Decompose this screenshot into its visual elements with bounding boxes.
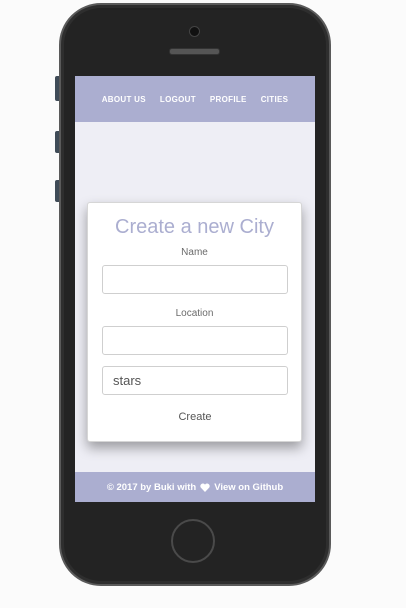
- home-button[interactable]: [171, 519, 215, 563]
- navbar: ABOUT US LOGOUT PROFILE CITIES: [75, 76, 315, 122]
- create-button[interactable]: Create: [160, 406, 230, 428]
- stars-input[interactable]: [102, 366, 288, 395]
- nav-cities[interactable]: CITIES: [261, 95, 289, 104]
- form-title: Create a new City: [115, 216, 274, 238]
- nav-profile[interactable]: PROFILE: [210, 95, 247, 104]
- location-label: Location: [175, 308, 214, 319]
- footer-copyright: © 2017 by Buki with: [106, 481, 197, 493]
- earpiece-speaker: [169, 48, 220, 55]
- create-city-card: Create a new City Name Location Create: [87, 202, 302, 442]
- heart-icon: [200, 483, 210, 492]
- front-camera: [189, 26, 200, 37]
- name-input[interactable]: [102, 265, 288, 294]
- name-label: Name: [181, 247, 208, 258]
- nav-logout[interactable]: LOGOUT: [160, 95, 196, 104]
- footer: © 2017 by Buki with View on Github: [75, 472, 315, 502]
- github-link[interactable]: View on Github: [214, 482, 283, 493]
- phone-screen: ABOUT US LOGOUT PROFILE CITIES Create a …: [75, 76, 315, 502]
- location-input[interactable]: [102, 326, 288, 355]
- nav-about-us[interactable]: ABOUT US: [102, 95, 146, 104]
